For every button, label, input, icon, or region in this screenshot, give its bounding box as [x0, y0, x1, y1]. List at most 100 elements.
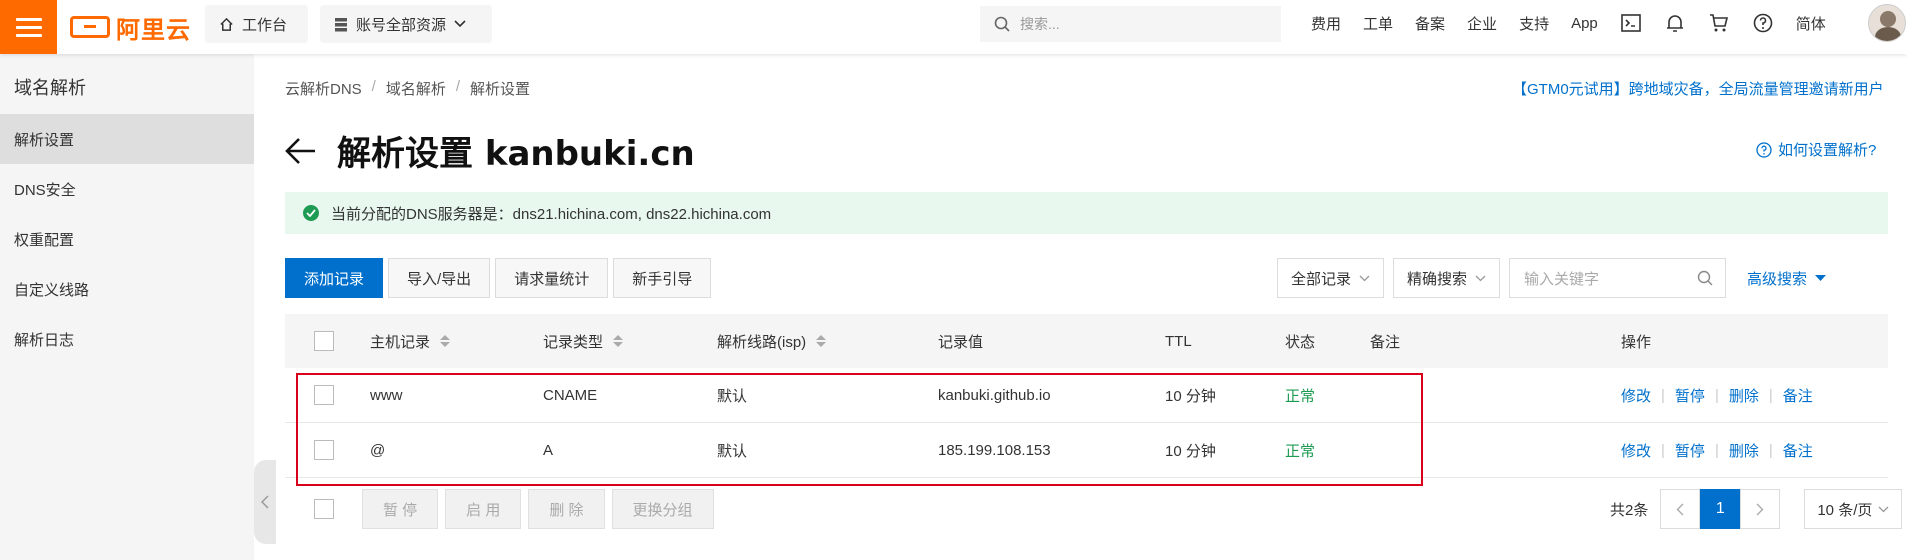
total-count: 共2条 [1610, 501, 1649, 519]
help-icon[interactable] [1741, 13, 1785, 33]
cell-status: 正常 [1285, 442, 1316, 460]
global-search-input[interactable]: 搜索... [980, 6, 1281, 42]
resources-label: 账号全部资源 [356, 16, 447, 34]
promo-link[interactable]: 【GTM0元试用】跨地域灾备，全局流量管理邀请新用户试 [1512, 78, 1884, 99]
language-switch[interactable]: 简体 [1785, 13, 1837, 34]
record-filter-select[interactable]: 全部记录 [1277, 258, 1385, 298]
notice-text: 当前分配的DNS服务器是：dns21.hichina.com, dns22.hi… [331, 205, 772, 223]
chevron-right-icon [1756, 503, 1764, 515]
row-checkbox[interactable] [314, 440, 334, 460]
request-stats-button[interactable]: 请求量统计 [495, 258, 609, 298]
change-group-button[interactable]: 更换分组 [611, 489, 714, 529]
nav-icp[interactable]: 备案 [1404, 13, 1456, 34]
top-bar: 阿里云 工作台 账号全部资源 搜索... 费用 工单 备案 企业 支持 App … [0, 0, 1907, 54]
sidebar-collapse-button[interactable] [254, 460, 276, 544]
breadcrumb-item-domain[interactable]: 域名解析 [386, 78, 446, 99]
header-actions: 操作 [1621, 333, 1652, 351]
advanced-search-label: 高级搜索 [1747, 270, 1808, 288]
nav-billing[interactable]: 费用 [1300, 13, 1352, 34]
caret-down-icon [1815, 274, 1827, 281]
cell-ttl: 10 分钟 [1165, 442, 1216, 460]
how-to-resolve-link[interactable]: 如何设置解析? [1756, 139, 1876, 160]
advanced-search-button[interactable]: 高级搜索 [1735, 268, 1827, 289]
beginner-guide-button[interactable]: 新手引导 [613, 258, 712, 298]
breadcrumb: 云解析DNS / 域名解析 / 解析设置 [285, 78, 530, 99]
header-status: 状态 [1285, 333, 1316, 351]
sidebar-item-resolve-settings[interactable]: 解析设置 [0, 114, 254, 164]
header-host[interactable]: 主机记录 [370, 314, 451, 368]
server-icon [335, 17, 347, 31]
note-link[interactable]: 备注 [1783, 440, 1813, 461]
pause-link[interactable]: 暂停 [1675, 385, 1705, 406]
note-link[interactable]: 备注 [1783, 385, 1813, 406]
action-divider: | [1768, 386, 1773, 404]
filter-bar: 全部记录 精确搜索 输入关键字 高级搜索 [1277, 258, 1827, 298]
edit-link[interactable]: 修改 [1621, 385, 1651, 406]
bulk-select-checkbox[interactable] [314, 499, 334, 519]
page-button-current[interactable]: 1 [1700, 489, 1741, 529]
import-export-button[interactable]: 导入/导出 [388, 258, 491, 298]
row-actions: 修改 | 暂停 | 删除 | 备注 [1621, 368, 1813, 422]
page-size-select[interactable]: 10 条/页 [1804, 489, 1903, 529]
nav-support[interactable]: 支持 [1508, 13, 1560, 34]
account-resources-button[interactable]: 账号全部资源 [320, 5, 492, 43]
delete-link[interactable]: 删除 [1729, 440, 1759, 461]
bulk-enable-button[interactable]: 启 用 [445, 489, 522, 529]
cell-status: 正常 [1285, 387, 1316, 405]
back-arrow-icon[interactable] [285, 137, 317, 165]
logo-text: 阿里云 [116, 15, 191, 44]
terminal-icon[interactable] [1609, 14, 1653, 32]
action-divider: | [1714, 441, 1719, 459]
keyword-input[interactable]: 输入关键字 [1509, 258, 1727, 298]
home-icon [220, 17, 233, 31]
cell-host: www [370, 386, 403, 404]
nav-enterprise[interactable]: 企业 [1456, 13, 1508, 34]
breadcrumb-separator: / [455, 78, 461, 95]
row-checkbox[interactable] [314, 385, 334, 405]
menu-icon[interactable] [0, 0, 57, 54]
sidebar-item-custom-line[interactable]: 自定义线路 [0, 264, 254, 314]
check-circle-icon [303, 205, 319, 221]
header-type-label: 记录类型 [543, 333, 604, 351]
breadcrumb-item-dns[interactable]: 云解析DNS [285, 78, 362, 99]
avatar[interactable] [1868, 4, 1906, 42]
search-icon[interactable] [1697, 270, 1713, 286]
header-line[interactable]: 解析线路(isp) [717, 314, 827, 368]
aliyun-logo-mark [70, 16, 110, 38]
select-all-checkbox[interactable] [314, 331, 334, 351]
nav-app[interactable]: App [1560, 15, 1609, 32]
chevron-down-icon [1878, 506, 1889, 512]
bulk-delete-button[interactable]: 删 除 [528, 489, 605, 529]
cart-icon[interactable] [1697, 13, 1741, 33]
sort-icon [613, 335, 624, 347]
chevron-down-icon [454, 20, 466, 28]
bulk-pause-button[interactable]: 暂 停 [362, 489, 439, 529]
sidebar-item-weight-config[interactable]: 权重配置 [0, 214, 254, 264]
sort-icon [816, 335, 827, 347]
workbench-label: 工作台 [242, 16, 288, 34]
sort-icon [440, 335, 451, 347]
next-page-button[interactable] [1740, 489, 1781, 529]
action-divider: | [1714, 386, 1719, 404]
add-record-button[interactable]: 添加记录 [285, 258, 384, 298]
chevron-left-icon [261, 495, 269, 509]
record-toolbar: 添加记录 导入/导出 请求量统计 新手引导 [285, 258, 712, 298]
pause-link[interactable]: 暂停 [1675, 440, 1705, 461]
delete-link[interactable]: 删除 [1729, 385, 1759, 406]
nav-tickets[interactable]: 工单 [1352, 13, 1404, 34]
bell-icon[interactable] [1653, 13, 1697, 33]
header-type[interactable]: 记录类型 [543, 314, 624, 368]
sidebar: 域名解析 解析设置 DNS安全 权重配置 自定义线路 解析日志 [0, 54, 254, 560]
action-divider: | [1661, 386, 1665, 404]
aliyun-logo[interactable]: 阿里云 [70, 10, 191, 44]
search-mode-select[interactable]: 精确搜索 [1393, 258, 1501, 298]
prev-page-button[interactable] [1660, 489, 1701, 529]
cell-type: A [543, 441, 554, 459]
edit-link[interactable]: 修改 [1621, 440, 1651, 461]
sidebar-item-resolve-log[interactable]: 解析日志 [0, 314, 254, 364]
page-title: 解析设置 kanbuki.cn [337, 134, 695, 174]
sidebar-item-dns-security[interactable]: DNS安全 [0, 164, 254, 214]
header-note: 备注 [1370, 333, 1401, 351]
chevron-left-icon [1676, 503, 1684, 515]
workbench-button[interactable]: 工作台 [205, 5, 308, 43]
